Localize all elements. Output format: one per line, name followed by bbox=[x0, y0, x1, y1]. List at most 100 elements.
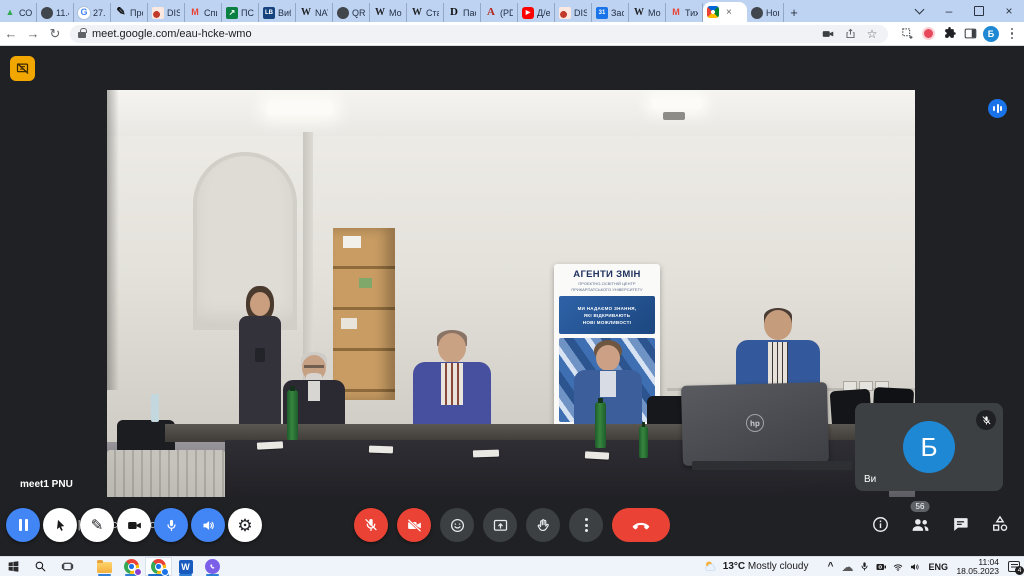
task-view-icon bbox=[61, 560, 74, 573]
onedrive-cloud-icon[interactable]: ☁ bbox=[839, 557, 855, 576]
new-tab-button[interactable]: + bbox=[784, 3, 804, 22]
raise-hand-button[interactable] bbox=[526, 508, 560, 542]
meeting-details-button[interactable] bbox=[868, 512, 892, 536]
browser-tab[interactable]: A (PD bbox=[481, 3, 518, 22]
notification-center-button[interactable]: 4 bbox=[1004, 557, 1024, 576]
browser-tab[interactable]: W Мор bbox=[629, 3, 666, 22]
activities-button[interactable] bbox=[988, 512, 1012, 536]
tab-list: ▲ СО 11.4 G 27.Е ✎ Пр bbox=[0, 0, 784, 22]
leave-call-button[interactable] bbox=[612, 508, 670, 542]
more-options-button[interactable] bbox=[569, 508, 603, 542]
paper-sheet bbox=[473, 450, 499, 458]
extensions-puzzle-icon[interactable] bbox=[940, 25, 958, 43]
tray-mic-icon[interactable] bbox=[856, 557, 872, 576]
language-indicator[interactable]: ENG bbox=[924, 562, 952, 572]
browser-tab[interactable]: DIS bbox=[555, 3, 592, 22]
forward-button[interactable]: → bbox=[22, 23, 44, 45]
browser-tab[interactable]: ▲ СО bbox=[0, 3, 37, 22]
laptop-logo: hp bbox=[746, 414, 764, 432]
tab-favicon bbox=[152, 7, 164, 19]
browser-menu-kebab[interactable] bbox=[1003, 25, 1021, 43]
browser-tab[interactable]: 31 Зас bbox=[592, 3, 629, 22]
browser-tab[interactable]: M Тих bbox=[666, 3, 703, 22]
browser-tab[interactable]: QRP bbox=[333, 3, 370, 22]
browser-tab[interactable]: DIS bbox=[148, 3, 185, 22]
browser-tab[interactable]: M Спи bbox=[185, 3, 222, 22]
url-text[interactable]: meet.google.com/eau-hcke-wmo bbox=[92, 28, 814, 40]
recorder-speaker-button[interactable] bbox=[191, 508, 225, 542]
pause-recording-button[interactable] bbox=[6, 508, 40, 542]
recorder-mic-button[interactable] bbox=[154, 508, 188, 542]
self-view-tile[interactable]: Б Ви bbox=[855, 403, 1003, 491]
browser-tab[interactable]: × bbox=[703, 2, 747, 22]
tab-title: DIS bbox=[167, 8, 180, 18]
mic-icon bbox=[164, 518, 179, 533]
browser-tab[interactable]: W NAT bbox=[296, 3, 333, 22]
tab-title: Мос bbox=[389, 8, 402, 18]
viber-button[interactable] bbox=[199, 557, 226, 576]
tab-title: Спи bbox=[204, 8, 217, 18]
webcam-tool-button[interactable] bbox=[117, 508, 151, 542]
draw-tool-button[interactable]: ✎ bbox=[80, 508, 114, 542]
recorder-settings-button[interactable]: ⚙ bbox=[228, 508, 262, 542]
file-explorer-button[interactable] bbox=[91, 557, 118, 576]
main-video-tile[interactable]: АГЕНТИ ЗМІН ПРОЕКТНО-ОСВІТНІЙ ЦЕНТР ПРИК… bbox=[107, 90, 915, 497]
clock-date: 18.05.2023 bbox=[953, 567, 999, 576]
word-button[interactable]: W bbox=[172, 557, 199, 576]
tab-close-icon[interactable]: × bbox=[726, 7, 732, 18]
reload-button[interactable]: ↻ bbox=[44, 23, 66, 45]
browser-tab[interactable]: D Пас bbox=[444, 3, 481, 22]
minimize-button[interactable]: – bbox=[934, 0, 964, 22]
browser-tab[interactable]: ✎ Про bbox=[111, 3, 148, 22]
chat-button[interactable] bbox=[948, 512, 972, 536]
no-presentation-icon bbox=[15, 61, 30, 76]
reactions-button[interactable] bbox=[440, 508, 474, 542]
present-screen-button[interactable] bbox=[483, 508, 517, 542]
close-window-button[interactable]: × bbox=[994, 0, 1024, 22]
maximize-button[interactable] bbox=[964, 0, 994, 22]
present-icon bbox=[492, 517, 509, 534]
browser-tab[interactable]: W Мос bbox=[370, 3, 407, 22]
back-button[interactable]: ← bbox=[0, 23, 22, 45]
pencil-icon: ✎ bbox=[91, 518, 104, 533]
banner-tagline-box: МИ НАДАЄМО ЗНАННЯ, ЯКІ ВІДКРИВАЮТЬ НОВІ … bbox=[559, 296, 655, 334]
shelf-item bbox=[341, 318, 357, 329]
profile-avatar[interactable]: Б bbox=[982, 25, 1000, 43]
weather-cloud-icon bbox=[703, 559, 719, 574]
tab-title: Про bbox=[130, 8, 143, 18]
browser-tab[interactable]: LB Виб bbox=[259, 3, 296, 22]
address-bar[interactable]: meet.google.com/eau-hcke-wmo ☆ bbox=[70, 25, 888, 43]
browser-tab[interactable]: W Ста bbox=[407, 3, 444, 22]
presentation-muted-warning-chip[interactable] bbox=[10, 56, 35, 81]
clock[interactable]: 11:04 18.05.2023 bbox=[953, 558, 1003, 576]
share-icon[interactable] bbox=[842, 26, 858, 42]
start-button[interactable] bbox=[0, 557, 27, 576]
recording-extension-icon[interactable] bbox=[919, 25, 937, 43]
bookmark-star-icon[interactable]: ☆ bbox=[864, 26, 880, 42]
search-icon bbox=[34, 560, 47, 573]
side-panel-icon[interactable] bbox=[961, 25, 979, 43]
search-button[interactable] bbox=[27, 557, 54, 576]
tray-camera-icon[interactable] bbox=[873, 557, 889, 576]
tab-search-chevron-icon[interactable] bbox=[904, 0, 934, 22]
browser-tab[interactable]: G 27.Е bbox=[74, 3, 111, 22]
browser-tab[interactable]: ↗ ПС- bbox=[222, 3, 259, 22]
mic-mute-button[interactable] bbox=[354, 508, 388, 542]
participants-button[interactable]: 56 bbox=[908, 512, 932, 536]
camera-in-use-icon[interactable] bbox=[820, 26, 836, 42]
tray-overflow-chevron[interactable]: ^ bbox=[822, 557, 838, 576]
browser-tab[interactable]: ▶ Д/е bbox=[518, 3, 555, 22]
volume-icon[interactable] bbox=[907, 557, 923, 576]
weather-widget[interactable]: 13°C Mostly cloudy bbox=[697, 559, 815, 574]
camera-off-button[interactable] bbox=[397, 508, 431, 542]
chrome-profile1-button[interactable] bbox=[118, 557, 145, 576]
word-icon: W bbox=[179, 560, 193, 574]
browser-tab[interactable]: Нов bbox=[747, 3, 784, 22]
tab-favicon: G bbox=[78, 7, 90, 19]
capture-extension-icon[interactable] bbox=[898, 25, 916, 43]
cursor-tool-button[interactable] bbox=[43, 508, 77, 542]
browser-tab[interactable]: 11.4 bbox=[37, 3, 74, 22]
task-view-button[interactable] bbox=[54, 557, 81, 576]
chrome-profile2-button-active[interactable] bbox=[145, 557, 172, 576]
network-icon[interactable] bbox=[890, 557, 906, 576]
